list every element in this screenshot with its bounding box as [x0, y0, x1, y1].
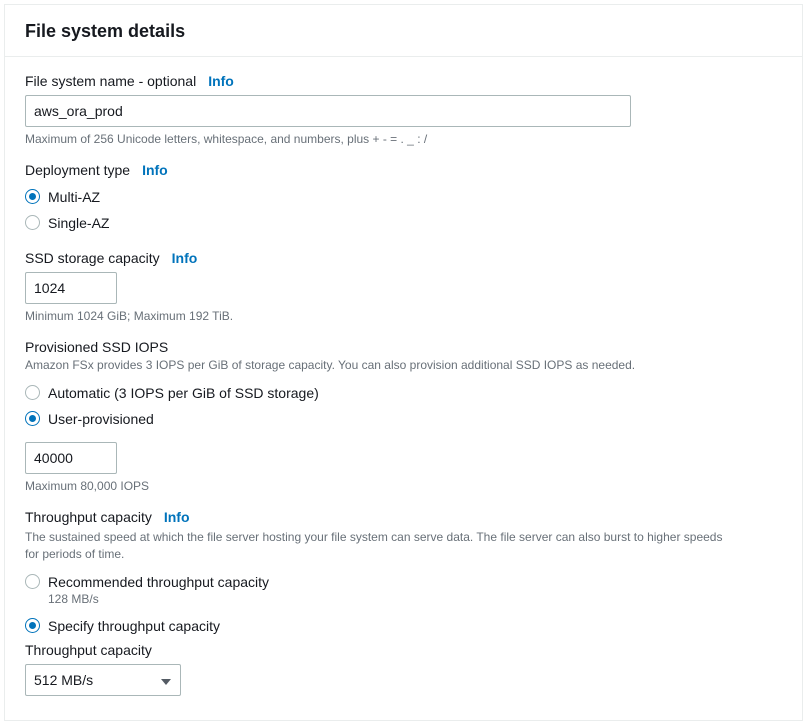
iops-description: Amazon FSx provides 3 IOPS per GiB of st… [25, 357, 725, 374]
radio-selected-icon [25, 411, 40, 426]
throughput-heading: Throughput capacity [25, 509, 152, 525]
throughput-info-link[interactable]: Info [164, 509, 190, 525]
iops-automatic-radio[interactable]: Automatic (3 IOPS per GiB of SSD storage… [25, 380, 782, 406]
iops-group: Provisioned SSD IOPS Amazon FSx provides… [25, 339, 782, 495]
radio-unselected-icon [25, 385, 40, 400]
panel-title: File system details [25, 21, 782, 42]
radio-label: Multi-AZ [48, 189, 100, 205]
deployment-type-group: Deployment type Info Multi-AZ Single-AZ [25, 162, 782, 236]
throughput-select-label: Throughput capacity [25, 642, 782, 658]
radio-label: Recommended throughput capacity [48, 574, 269, 590]
radio-label: Specify throughput capacity [48, 618, 220, 634]
radio-selected-icon [25, 618, 40, 633]
throughput-description: The sustained speed at which the file se… [25, 529, 725, 564]
file-system-name-info-link[interactable]: Info [208, 73, 234, 89]
throughput-select-value: 512 MB/s [34, 672, 93, 688]
file-system-details-panel: File system details File system name - o… [4, 4, 803, 721]
ssd-storage-input[interactable] [25, 272, 117, 304]
file-system-name-group: File system name - optional Info Maximum… [25, 73, 782, 148]
radio-unselected-icon [25, 215, 40, 230]
throughput-radio-group: Recommended throughput capacity 128 MB/s… [25, 570, 782, 638]
radio-unselected-icon [25, 574, 40, 589]
iops-user-provisioned-radio[interactable]: User-provisioned [25, 406, 782, 432]
file-system-name-label: File system name - optional [25, 73, 196, 89]
throughput-select[interactable]: 512 MB/s [25, 664, 181, 696]
file-system-name-input[interactable] [25, 95, 631, 127]
radio-selected-icon [25, 189, 40, 204]
throughput-specify-radio[interactable]: Specify throughput capacity [25, 614, 782, 638]
radio-label: Single-AZ [48, 215, 109, 231]
ssd-storage-label: SSD storage capacity [25, 250, 160, 266]
throughput-recommended-value: 128 MB/s [48, 592, 782, 606]
throughput-recommended-radio[interactable]: Recommended throughput capacity [25, 570, 782, 594]
radio-label: User-provisioned [48, 411, 154, 427]
iops-hint: Maximum 80,000 IOPS [25, 478, 782, 495]
deployment-single-az-radio[interactable]: Single-AZ [25, 210, 782, 236]
iops-heading: Provisioned SSD IOPS [25, 339, 782, 355]
deployment-multi-az-radio[interactable]: Multi-AZ [25, 184, 782, 210]
ssd-storage-info-link[interactable]: Info [172, 250, 198, 266]
radio-label: Automatic (3 IOPS per GiB of SSD storage… [48, 385, 319, 401]
iops-input[interactable] [25, 442, 117, 474]
panel-header: File system details [5, 5, 802, 57]
deployment-type-label: Deployment type [25, 162, 130, 178]
iops-radio-group: Automatic (3 IOPS per GiB of SSD storage… [25, 380, 782, 432]
file-system-name-hint: Maximum of 256 Unicode letters, whitespa… [25, 131, 782, 148]
deployment-type-info-link[interactable]: Info [142, 162, 168, 178]
panel-content: File system name - optional Info Maximum… [5, 57, 802, 720]
deployment-radio-group: Multi-AZ Single-AZ [25, 184, 782, 236]
ssd-storage-group: SSD storage capacity Info Minimum 1024 G… [25, 250, 782, 325]
throughput-group: Throughput capacity Info The sustained s… [25, 509, 782, 696]
ssd-storage-hint: Minimum 1024 GiB; Maximum 192 TiB. [25, 308, 782, 325]
